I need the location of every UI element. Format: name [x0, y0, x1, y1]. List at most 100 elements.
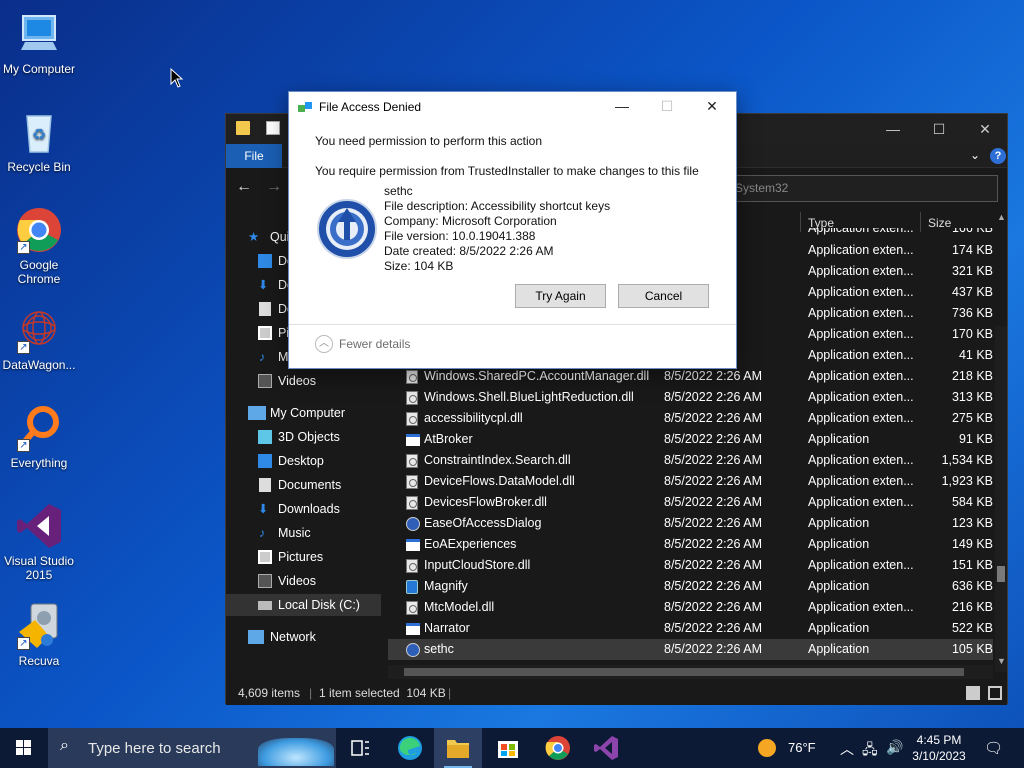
file-tab[interactable]: File	[226, 144, 282, 168]
file-type-icon	[406, 391, 418, 405]
help-icon[interactable]: ?	[990, 148, 1006, 164]
date-modified: 8/5/2022 2:26 AM	[664, 516, 762, 530]
maximize-button[interactable]: ☐	[916, 114, 962, 144]
nav-videos[interactable]: Videos	[226, 570, 381, 592]
table-row[interactable]: AtBroker 8/5/2022 2:26 AM Application 91 KB	[388, 429, 993, 450]
file-name: sethc	[424, 642, 454, 656]
file-size: 522 KB	[951, 621, 993, 635]
edge-taskbar-button[interactable]	[386, 728, 434, 768]
nav-music[interactable]: ♪ Music	[226, 522, 381, 544]
file-size: 636 KB	[951, 579, 993, 593]
date-modified: 8/5/2022 2:26 AM	[664, 411, 762, 425]
chrome-taskbar-button[interactable]	[534, 728, 582, 768]
search-highlight-image	[258, 738, 334, 766]
desktop-icon-recycle-bin[interactable]: ♻ Recycle Bin	[0, 108, 78, 174]
file-name: Narrator	[424, 621, 470, 635]
notifications-icon[interactable]: 🗨	[984, 739, 1003, 757]
desktop-icon-visual-studio[interactable]: Visual Studio 2015	[0, 502, 78, 582]
nav-downloads[interactable]: ⬇ Downloads	[226, 498, 381, 520]
close-button[interactable]: ✕	[962, 114, 1008, 144]
file-type-icon	[406, 454, 418, 468]
minimize-button[interactable]: —	[600, 92, 644, 120]
task-view-button[interactable]	[336, 728, 384, 768]
table-row[interactable]: ConstraintIndex.Search.dll 8/5/2022 2:26 …	[388, 450, 993, 471]
table-row[interactable]: EaseOfAccessDialog 8/5/2022 2:26 AM Applic…	[388, 513, 993, 534]
shortcut-arrow-icon: ↗	[17, 637, 30, 650]
volume-icon[interactable]: 🔊	[886, 739, 903, 756]
date-modified: 8/5/2022 2:26 AM	[664, 600, 762, 614]
search-icon: ⌕	[60, 737, 69, 754]
table-row[interactable]: accessibilitycpl.dll 8/5/2022 2:26 AM Appl…	[388, 408, 993, 429]
desktop-icon-recuva[interactable]: ↗ Recuva	[0, 602, 78, 668]
scroll-up-icon[interactable]: ▲	[997, 212, 1006, 222]
file-type: Application exten...	[808, 327, 914, 341]
nav-videos[interactable]: Videos	[226, 370, 381, 392]
table-row[interactable]: DeviceFlows.DataModel.dll 8/5/2022 2:26 A…	[388, 471, 993, 492]
table-row[interactable]: Windows.SharedPC.AccountManager.dll 8/5/2…	[388, 366, 993, 387]
desktop-icon-everything[interactable]: ↗ Everything	[0, 404, 78, 470]
horizontal-scrollbar[interactable]	[388, 665, 993, 679]
desktop-icon-my-computer[interactable]: My Computer	[0, 10, 78, 76]
file-name: MtcModel.dll	[424, 600, 495, 614]
table-row[interactable]: MtcModel.dll 8/5/2022 2:26 AM Application …	[388, 597, 993, 618]
nav-my-computer[interactable]: My Computer	[226, 402, 381, 424]
table-row[interactable]: sethc 8/5/2022 2:26 AM Application 105 KB	[388, 639, 993, 660]
chevron-up-icon[interactable]: ︿	[840, 739, 854, 759]
table-row[interactable]: Magnify 8/5/2022 2:26 AM Application 636 KB	[388, 576, 993, 597]
desktop-icon-datawagon[interactable]: ↗ DataWagon...	[0, 306, 78, 372]
taskbar-clock[interactable]: 4:45 PM 3/10/2023	[906, 732, 972, 764]
file-type: Application exten...	[808, 600, 914, 614]
table-row[interactable]: Windows.Shell.BlueLightReduction.dll 8/5/…	[388, 387, 993, 408]
nav-documents[interactable]: Documents	[226, 474, 381, 496]
weather-sun-icon[interactable]	[758, 739, 776, 757]
back-arrow-icon[interactable]: ←	[236, 178, 252, 196]
nav-pictures[interactable]: Pictures	[226, 546, 381, 568]
visual-studio-taskbar-button[interactable]	[582, 728, 630, 768]
network-icon[interactable]: 🖧	[862, 739, 878, 763]
file-size: 275 KB	[951, 411, 993, 425]
weather-temperature[interactable]: 76°F	[788, 740, 816, 755]
properties-icon[interactable]	[266, 121, 280, 135]
date-modified: 8/5/2022 2:26 AM	[664, 558, 762, 572]
file-name: Windows.SharedPC.AccountManager.dll	[424, 369, 650, 383]
clock-time: 4:45 PM	[916, 733, 962, 747]
pictures-icon	[258, 326, 272, 340]
file-type: Application exten...	[808, 453, 914, 467]
desktop-icon-google-chrome[interactable]: ↗ Google Chrome	[0, 206, 78, 286]
nav-network[interactable]: Network	[226, 626, 381, 648]
large-icons-view-icon[interactable]	[988, 686, 1002, 700]
try-again-button[interactable]: Try Again	[515, 284, 606, 308]
file-size: Size: 104 KB	[384, 259, 454, 273]
taskbar-search-box[interactable]: ⌕ Type here to search	[48, 728, 336, 768]
file-company: Company: Microsoft Corporation	[384, 214, 557, 228]
scroll-thumb[interactable]	[404, 668, 964, 676]
table-row[interactable]: InputCloudStore.dll 8/5/2022 2:26 AM Appli…	[388, 555, 993, 576]
details-view-icon[interactable]	[966, 686, 980, 700]
nav-desktop[interactable]: Desktop	[226, 450, 381, 472]
table-row[interactable]: DevicesFlowBroker.dll 8/5/2022 2:26 AM App…	[388, 492, 993, 513]
forward-arrow-icon[interactable]: →	[266, 178, 282, 196]
table-row[interactable]: EoAExperiences 8/5/2022 2:26 AM Applicatio…	[388, 534, 993, 555]
scroll-thumb[interactable]	[997, 566, 1005, 582]
nav-3d-objects[interactable]: 3D Objects	[226, 426, 381, 448]
table-row[interactable]: Narrator 8/5/2022 2:26 AM Application 522 K…	[388, 618, 993, 639]
computer-icon	[15, 10, 63, 58]
file-explorer-taskbar-button[interactable]	[434, 728, 482, 768]
store-taskbar-button[interactable]	[484, 728, 532, 768]
file-type: Application exten...	[808, 243, 914, 257]
file-type: Application exten...	[808, 474, 914, 488]
desktop-icon	[258, 454, 272, 468]
minimize-button[interactable]: —	[870, 114, 916, 144]
nav-local-disk[interactable]: Local Disk (C:)	[226, 594, 381, 616]
cancel-button[interactable]: Cancel	[618, 284, 709, 308]
chrome-icon	[545, 736, 570, 760]
file-type: Application	[808, 642, 870, 656]
vertical-scrollbar[interactable]: ▲ ▼	[995, 212, 1007, 672]
chevron-down-icon[interactable]: ⌄	[970, 148, 980, 162]
address-bar[interactable]: System32	[726, 175, 998, 202]
date-modified: 8/5/2022 2:26 AM	[664, 579, 762, 593]
scroll-down-icon[interactable]: ▼	[997, 656, 1006, 666]
close-button[interactable]: ✕	[690, 92, 734, 120]
file-type-icon	[406, 601, 418, 615]
start-button[interactable]	[0, 728, 48, 768]
